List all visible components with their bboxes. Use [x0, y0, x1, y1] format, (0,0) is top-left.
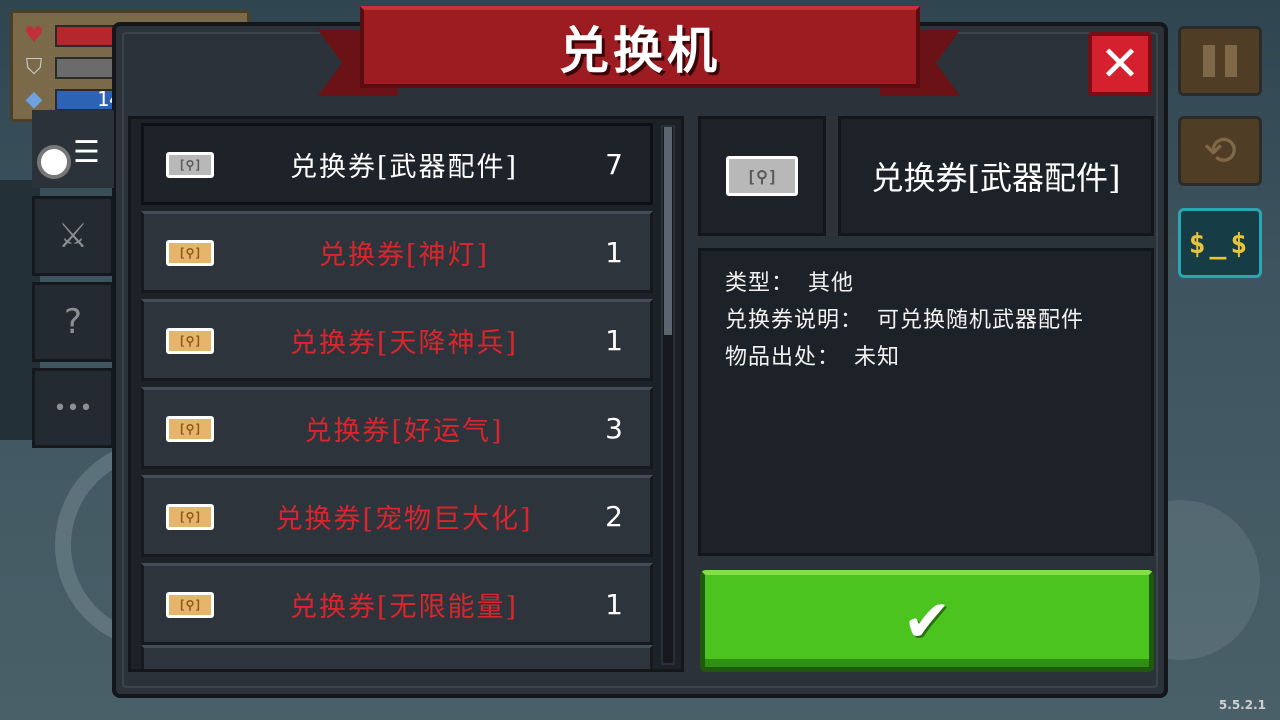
list-item[interactable]: [⚲] 兑换券[天降神兵] 1 — [141, 299, 653, 381]
desc-line: 兑换券说明： 可兑换随机武器配件 — [725, 302, 1127, 339]
ticket-icon: [⚲] — [166, 152, 214, 178]
item-count: 3 — [605, 411, 623, 445]
type-label: 类型： — [725, 271, 795, 296]
tab-weapons[interactable]: ⚔ — [32, 196, 114, 276]
list-item[interactable]: [⚲] 兑换券[无限能量] 1 — [141, 563, 653, 645]
version-label: 5.5.2.1 — [1218, 698, 1266, 712]
tab-more[interactable]: ••• — [32, 368, 114, 448]
detail-description: 类型： 其他 兑换券说明： 可兑换随机武器配件 物品出处： 未知 — [698, 248, 1154, 556]
desc-value: 可兑换随机武器配件 — [877, 308, 1085, 333]
list-item[interactable]: [⚲] 兑换券[宠物巨大化] 2 — [141, 475, 653, 557]
detail-name-text: 兑换券[武器配件] — [871, 159, 1121, 197]
close-icon: ✕ — [1099, 36, 1141, 92]
confirm-exchange-button[interactable]: ✔ — [700, 570, 1154, 672]
shield-icon: ⛉ — [25, 55, 43, 80]
page-title: 兑换机 — [559, 21, 721, 80]
swap-weapon-button[interactable]: ⟲ — [1178, 116, 1262, 186]
list-item[interactable]: [⚲] 兑换券[好运气] 3 — [141, 387, 653, 469]
close-button[interactable]: ✕ — [1088, 32, 1152, 96]
weapon-icon: ⚔ — [57, 216, 89, 256]
item-name: 兑换券[好运气] — [304, 415, 504, 447]
tab-mystery[interactable]: ? — [32, 282, 114, 362]
item-name: 兑换券[无限能量] — [289, 591, 519, 623]
list-scrollbar[interactable] — [661, 125, 675, 665]
ticket-list[interactable]: [⚲] 兑换券[武器配件] 7 [⚲] 兑换券[神灯] 1 [⚲] 兑换券[天降神兵] 1 [⚲]… — [128, 116, 684, 672]
source-value: 未知 — [854, 345, 901, 370]
ticket-icon: [⚲] — [726, 156, 798, 196]
heart-icon: ♥ — [24, 23, 44, 48]
ticket-icon: [⚲] — [166, 504, 214, 530]
item-count: 1 — [605, 587, 623, 621]
list-icon: ☰ — [73, 135, 100, 170]
mystery-icon: ? — [63, 302, 83, 342]
type-value: 其他 — [808, 271, 855, 296]
type-line: 类型： 其他 — [725, 265, 1127, 302]
item-count: 1 — [605, 323, 623, 357]
shop-button[interactable]: $_$ — [1178, 208, 1262, 278]
desc-label: 兑换券说明： — [725, 308, 864, 333]
item-name: 兑换券[宠物巨大化] — [275, 503, 533, 535]
scroll-thumb[interactable] — [664, 127, 672, 335]
pause-icon — [1203, 45, 1237, 77]
source-label: 物品出处： — [725, 345, 841, 370]
detail-item-name: 兑换券[武器配件] — [838, 116, 1154, 236]
ticket-icon: [⚲] — [166, 416, 214, 442]
tab-list-toggle[interactable]: ☰ — [32, 110, 114, 188]
detail-icon-box: [⚲] — [698, 116, 826, 236]
money-face-icon: $_$ — [1188, 226, 1252, 260]
item-name: 兑换券[武器配件] — [289, 151, 519, 183]
list-item[interactable]: [⚲] 兑换券[武器配件] 7 — [141, 123, 653, 205]
checkmark-icon: ✔ — [902, 587, 952, 655]
swap-icon: ⟲ — [1203, 128, 1237, 174]
list-item-partial — [141, 645, 653, 669]
toggle-knob — [37, 145, 71, 179]
ticket-icon: [⚲] — [166, 328, 214, 354]
item-count: 7 — [605, 147, 623, 181]
item-name: 兑换券[神灯] — [318, 239, 490, 271]
more-icon: ••• — [53, 395, 93, 421]
ticket-icon: [⚲] — [166, 592, 214, 618]
item-count: 1 — [605, 235, 623, 269]
ticket-icon: [⚲] — [166, 240, 214, 266]
list-item[interactable]: [⚲] 兑换券[神灯] 1 — [141, 211, 653, 293]
item-name: 兑换券[天降神兵] — [289, 327, 519, 359]
item-count: 2 — [605, 499, 623, 533]
pause-button[interactable] — [1178, 26, 1262, 96]
title-ribbon: 兑换机 — [360, 6, 920, 88]
source-line: 物品出处： 未知 — [725, 339, 1127, 376]
